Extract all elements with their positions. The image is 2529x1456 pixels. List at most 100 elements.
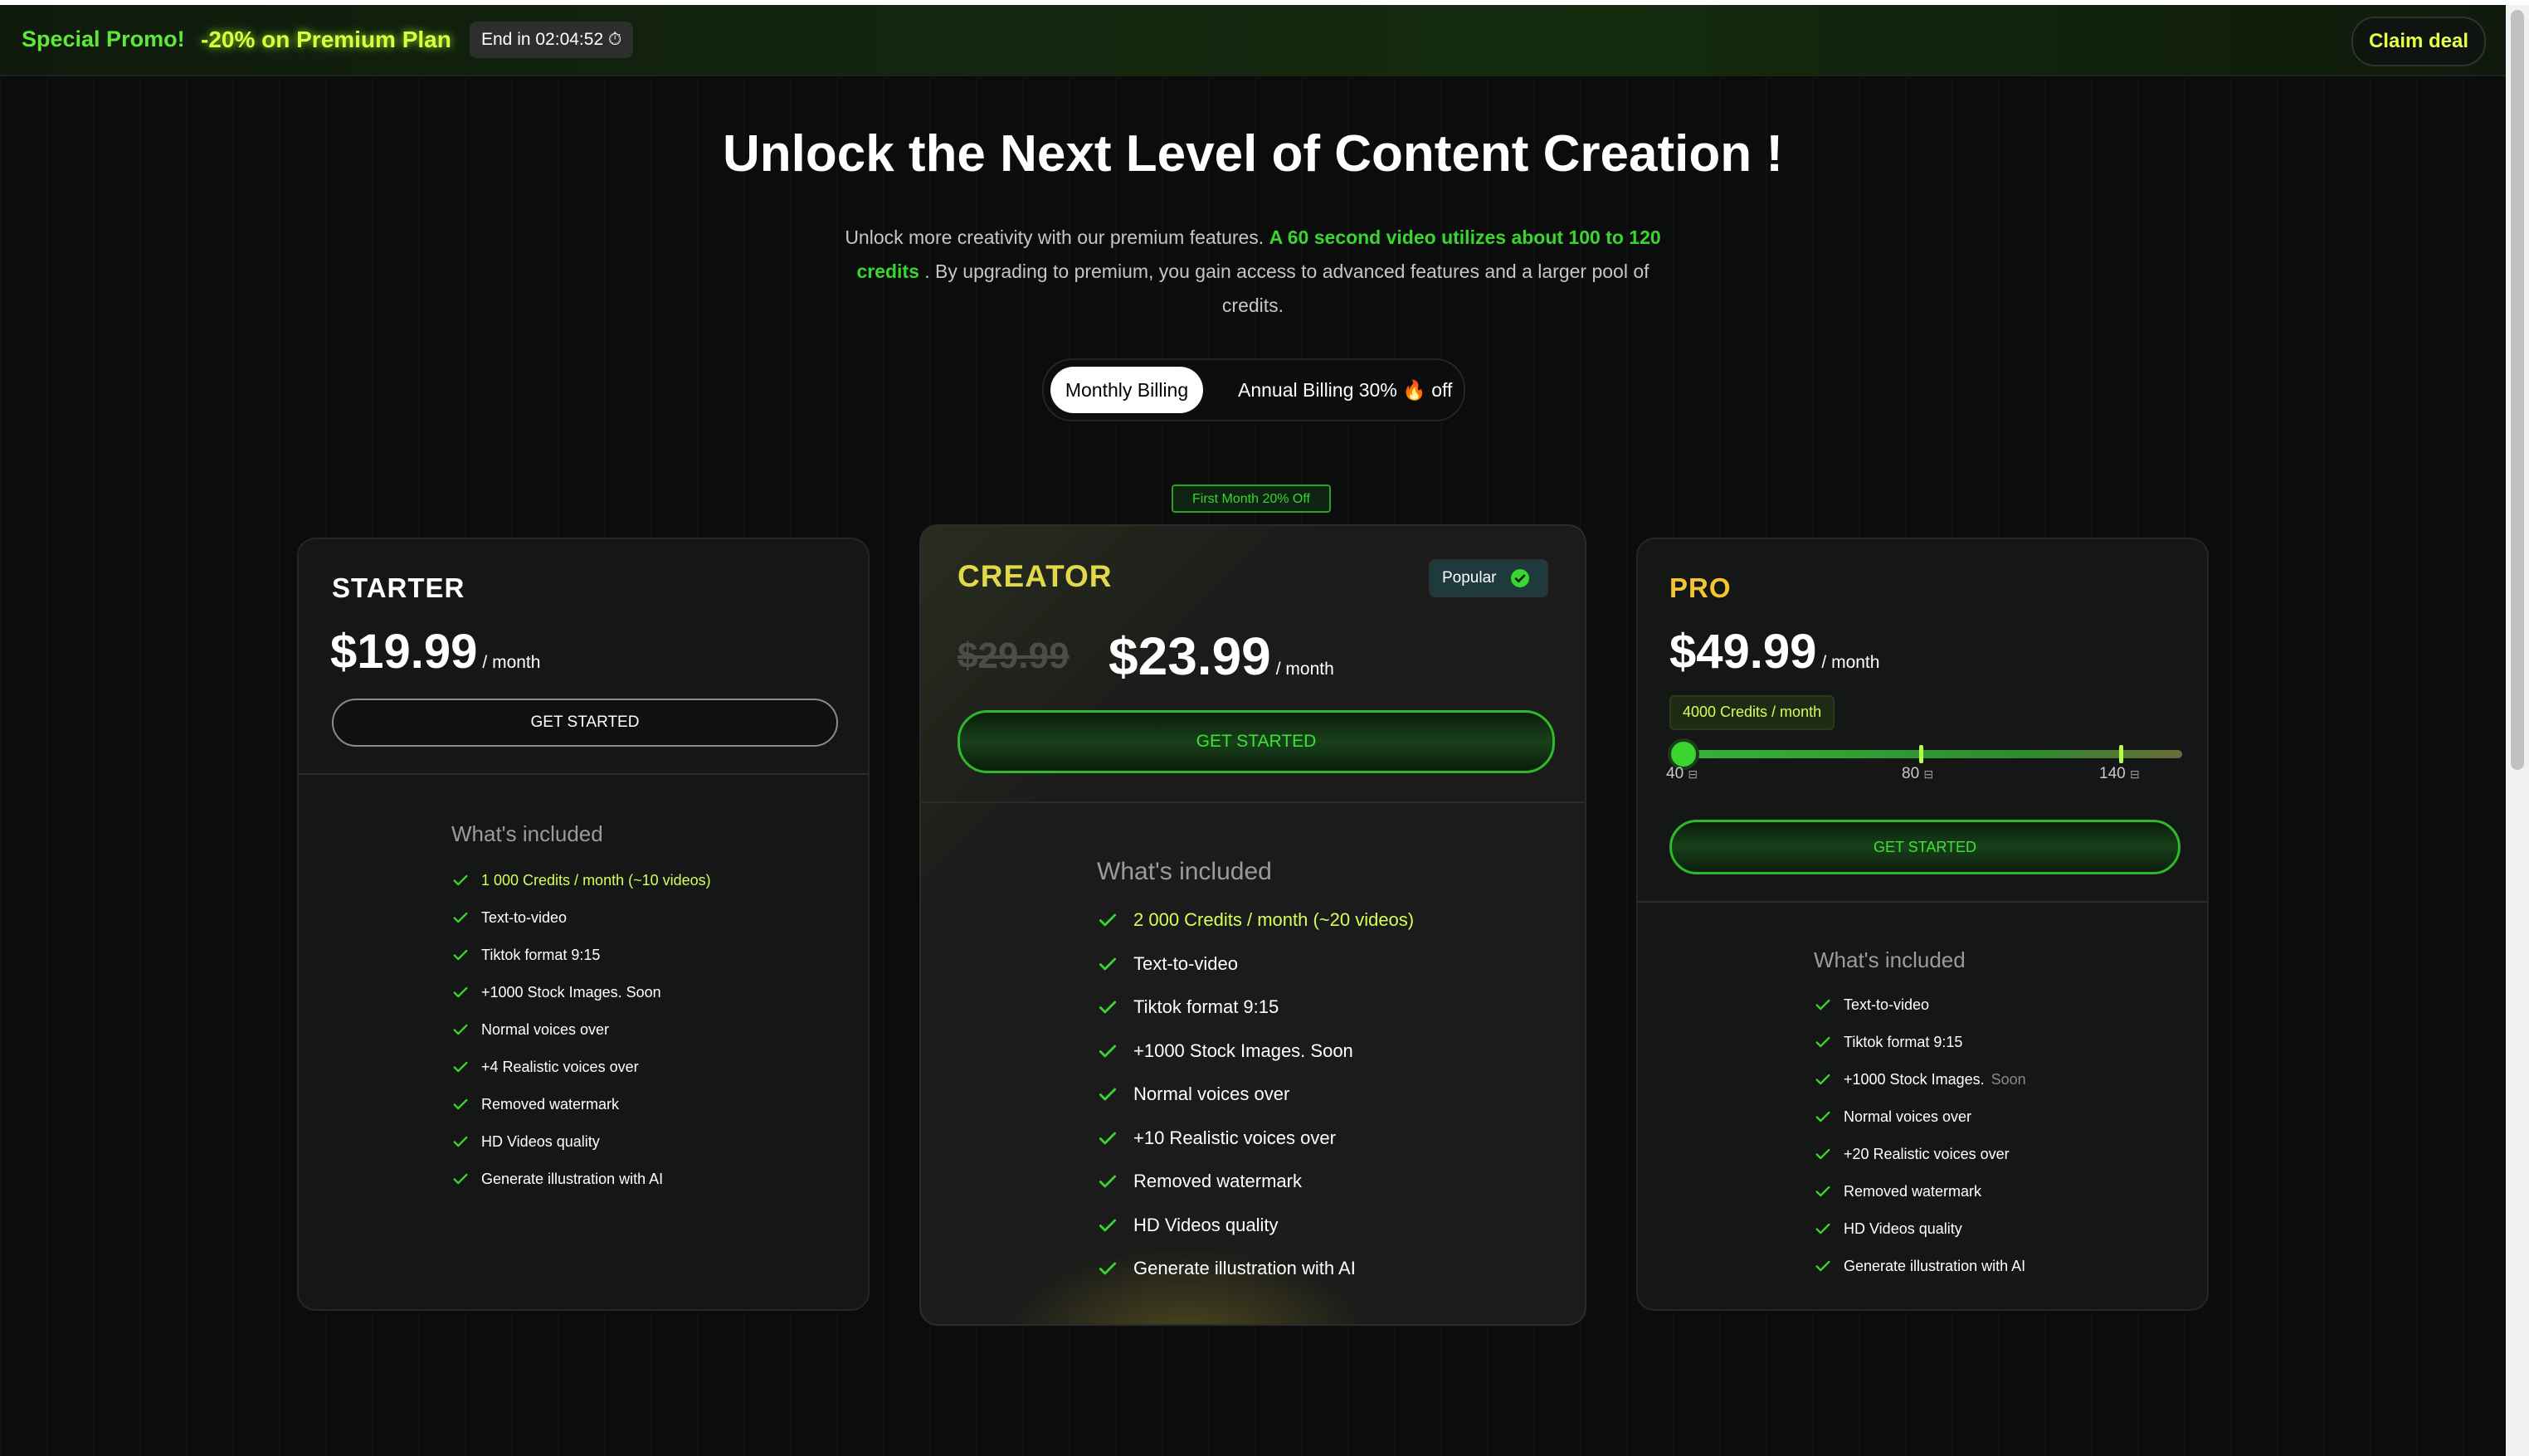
feature-text: Tiktok format 9:15 [481,946,601,963]
page-subtitle: Unlock more creativity with our premium … [830,221,1676,323]
feature-item: Removed watermark [1097,1171,1302,1192]
divider [1638,901,2207,903]
feature-text: +20 Realistic voices over [1844,1145,2010,1162]
check-icon [1814,1182,1832,1200]
feature-item: +20 Realistic voices over [1814,1145,2010,1163]
check-icon [451,1020,470,1039]
check-icon [1097,996,1118,1018]
first-month-ribbon: First Month 20% Off [1172,485,1331,513]
feature-text: +1000 Stock Images. Soon [1133,1040,1353,1061]
verified-check-icon [1510,568,1530,588]
feature-item: +1000 Stock Images. Soon [1097,1040,1353,1062]
divider [299,773,868,775]
feature-item: Normal voices over [1097,1083,1289,1105]
whats-included-label: What's included [451,821,603,846]
feature-item: Text-to-video [1814,996,1929,1014]
feature-item: Removed watermark [1814,1182,1981,1200]
feature-text: Tiktok format 9:15 [1844,1033,1963,1050]
stack-icon: ⊟ [1688,767,1698,781]
check-icon [451,871,470,889]
promo-offer: -20% on Premium Plan [201,27,451,52]
feature-text: Generate illustration with AI [481,1170,664,1187]
check-icon [1814,1108,1832,1126]
check-icon [451,1132,470,1151]
check-icon [1814,1257,1832,1275]
whats-included-label: What's included [1814,947,1966,972]
get-started-button[interactable]: GET STARTED [1669,820,2181,874]
scrollbar-thumb[interactable] [2511,10,2524,770]
check-icon [1814,1220,1832,1238]
check-icon [1097,1171,1118,1192]
feature-text: +4 Realistic voices over [481,1058,639,1075]
feature-text: +1000 Stock Images. Soon [481,983,661,1001]
price-value: $49.99 [1669,625,1817,679]
check-icon [451,1095,470,1113]
old-price: $29.99 [958,635,1070,676]
annual-billing-tab[interactable]: Annual Billing 30% 🔥 off [1238,367,1452,413]
monthly-billing-tab[interactable]: Monthly Billing [1050,367,1203,413]
popular-badge: Popular [1429,559,1548,597]
plan-title: STARTER [332,572,465,603]
check-icon [451,1170,470,1188]
feature-item: Tiktok format 9:15 [451,946,600,964]
get-started-button[interactable]: GET STARTED [958,710,1555,773]
feature-item: 1 000 Credits / month (~10 videos) [451,871,711,889]
check-icon [1097,953,1118,975]
feature-item: +1000 Stock Images. Soon [451,983,661,1001]
slider-label: 80 ⊟ [1902,765,1933,783]
feature-item: HD Videos quality [1814,1220,1962,1238]
feature-item: Tiktok format 9:15 [1097,996,1279,1018]
subtitle-text: Unlock more creativity with our premium … [845,226,1264,248]
feature-item: HD Videos quality [1097,1215,1278,1236]
credits-slider-track[interactable] [1676,750,2182,758]
feature-text: +1000 Stock Images. [1844,1070,1985,1088]
claim-deal-button[interactable]: Claim deal [2351,17,2486,66]
feature-text: Text-to-video [1844,996,1930,1013]
feature-item: Normal voices over [451,1020,609,1039]
slider-label-value: 140 [2099,765,2126,782]
feature-item: Generate illustration with AI [1814,1257,2025,1275]
price-period: / month [1821,653,1880,672]
stack-icon: ⊟ [2129,767,2140,781]
price-value: $23.99 [1109,626,1271,686]
slider-label: 140 ⊟ [2099,765,2140,783]
whats-included-label: What's included [1097,858,1272,885]
popular-label: Popular [1442,569,1497,587]
plan-card-starter: STARTER $19.99/ month GET STARTED What's… [297,538,870,1311]
plan-price: $49.99/ month [1669,624,1879,679]
promo-label: Special Promo! [22,27,185,51]
credits-badge: 4000 Credits / month [1669,695,1835,730]
feature-text: HD Videos quality [1844,1220,1962,1237]
feature-text: Generate illustration with AI [1133,1258,1356,1278]
feature-text: Normal voices over [1844,1108,1972,1125]
credits-slider-handle[interactable] [1671,742,1696,767]
plan-card-pro: PRO $49.99/ month 4000 Credits / month 4… [1636,538,2209,1311]
check-icon [1814,1033,1832,1051]
feature-item: Removed watermark [451,1095,619,1113]
feature-item: HD Videos quality [451,1132,600,1151]
slider-tick [2119,745,2123,763]
billing-toggle: Monthly Billing Annual Billing 30% 🔥 off [1042,358,1465,421]
promo-timer: End in 02:04:52 ⏱ [470,22,634,58]
feature-item: Text-to-video [1097,953,1238,975]
feature-item: 2 000 Credits / month (~20 videos) [1097,909,1414,931]
soon-label: Soon [1991,1070,2026,1088]
feature-text: Tiktok format 9:15 [1133,996,1279,1017]
check-icon [1097,1215,1118,1236]
feature-text: Normal voices over [481,1020,610,1038]
check-icon [1814,1070,1832,1088]
get-started-button[interactable]: GET STARTED [332,699,838,747]
feature-text: Normal voices over [1133,1083,1290,1104]
feature-item: +1000 Stock Images. Soon [1814,1070,2026,1088]
slider-label-value: 80 [1902,765,1920,782]
check-icon [1814,996,1832,1014]
check-icon [451,946,470,964]
feature-text: Generate illustration with AI [1844,1257,2026,1274]
feature-text: Text-to-video [1133,952,1238,974]
plan-price: $23.99/ month [1109,626,1334,687]
plan-price: $19.99/ month [330,624,540,679]
feature-item: Generate illustration with AI [1097,1258,1356,1279]
feature-item: Tiktok format 9:15 [1814,1033,1962,1051]
subtitle-text-end: . By upgrading to premium, you gain acce… [924,261,1649,316]
slider-label: 40 ⊟ [1666,765,1698,783]
